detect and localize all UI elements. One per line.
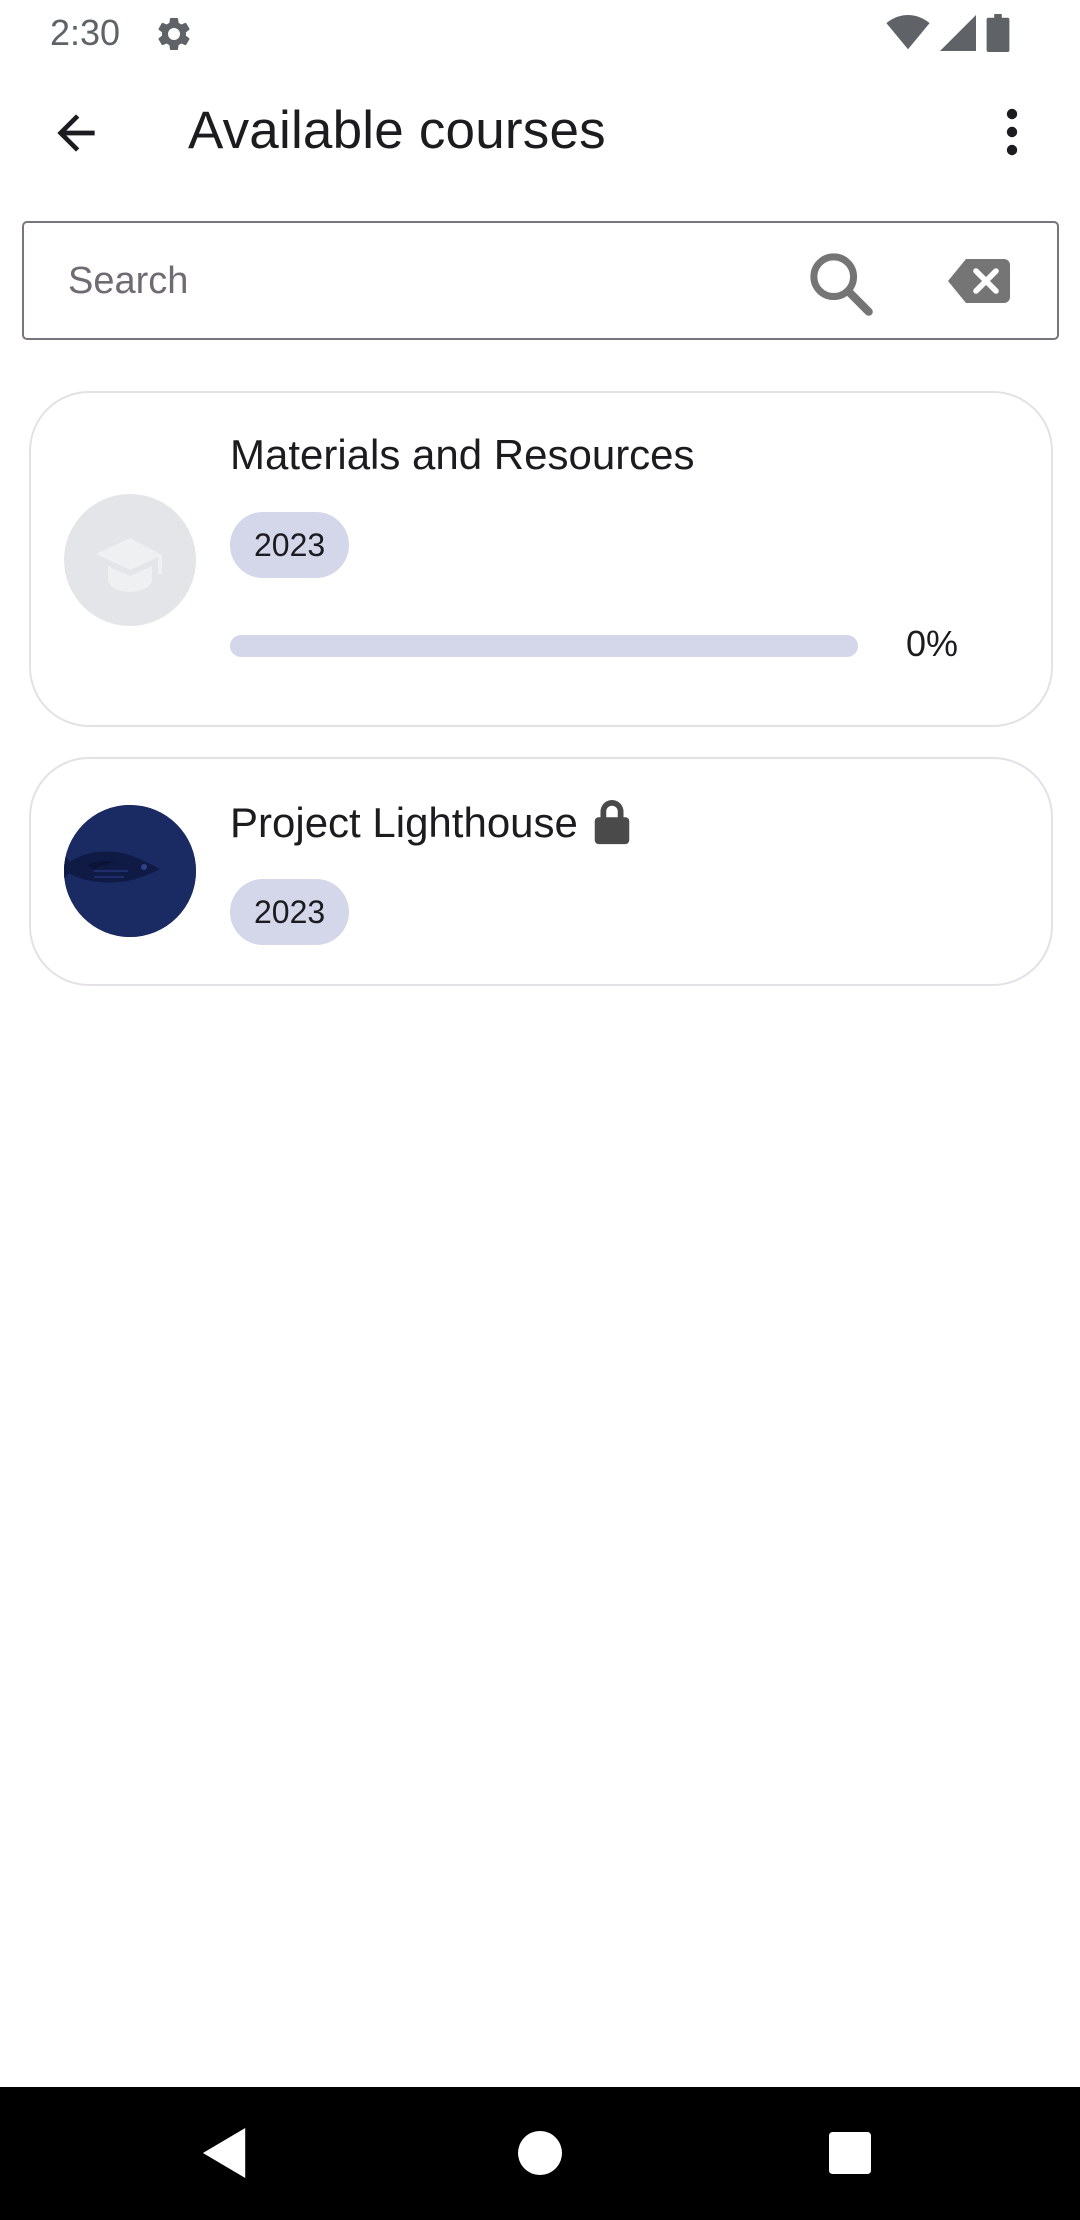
course-title-row: Project Lighthouse [230, 799, 632, 847]
nav-home-icon [518, 2131, 562, 2175]
lock-icon [594, 800, 630, 845]
system-nav-bar [0, 2087, 1080, 2220]
course-progress-label: 0% [906, 623, 959, 664]
battery-icon [986, 14, 1010, 52]
course-year-chip: 2023 [230, 879, 350, 945]
course-card-materials-and-resources[interactable]: Materials and Resources 2023 0% [29, 391, 1053, 727]
status-bar: 2:30 [0, 0, 1080, 66]
course-avatar [64, 805, 196, 937]
status-time: 2:30 [50, 12, 121, 53]
search-icon[interactable] [806, 249, 876, 319]
graduation-cap-icon [96, 538, 162, 592]
search-field [22, 221, 1059, 340]
page-title: Available courses [188, 101, 606, 160]
course-title: Materials and Resources [230, 431, 695, 478]
app-bar: Available courses [0, 66, 1080, 196]
course-avatar [64, 494, 196, 626]
backspace-clear-icon[interactable] [948, 259, 1010, 303]
course-year-chip: 2023 [230, 512, 350, 578]
status-icons [886, 14, 1010, 52]
back-button[interactable] [36, 98, 116, 168]
nav-home-button[interactable] [510, 2123, 570, 2183]
course-title: Project Lighthouse [230, 799, 578, 846]
nav-back-button[interactable] [196, 2123, 256, 2183]
search-input[interactable] [68, 249, 768, 313]
arrow-back-icon [57, 114, 95, 152]
settings-gear-icon [158, 17, 190, 50]
course-card-project-lighthouse[interactable]: Project Lighthouse 2023 [29, 757, 1053, 986]
nav-recents-button[interactable] [820, 2123, 880, 2183]
cellular-signal-icon [940, 15, 976, 51]
fish-image [64, 805, 196, 937]
nav-recents-icon [829, 2132, 871, 2174]
more-options-button[interactable] [982, 96, 1042, 168]
nav-back-icon [202, 2128, 246, 2178]
more-vert-icon [1006, 108, 1018, 156]
wifi-icon [886, 15, 930, 50]
course-progress-bar [230, 635, 858, 657]
screen: 2:30 Available courses Search Materials … [0, 0, 1080, 2220]
